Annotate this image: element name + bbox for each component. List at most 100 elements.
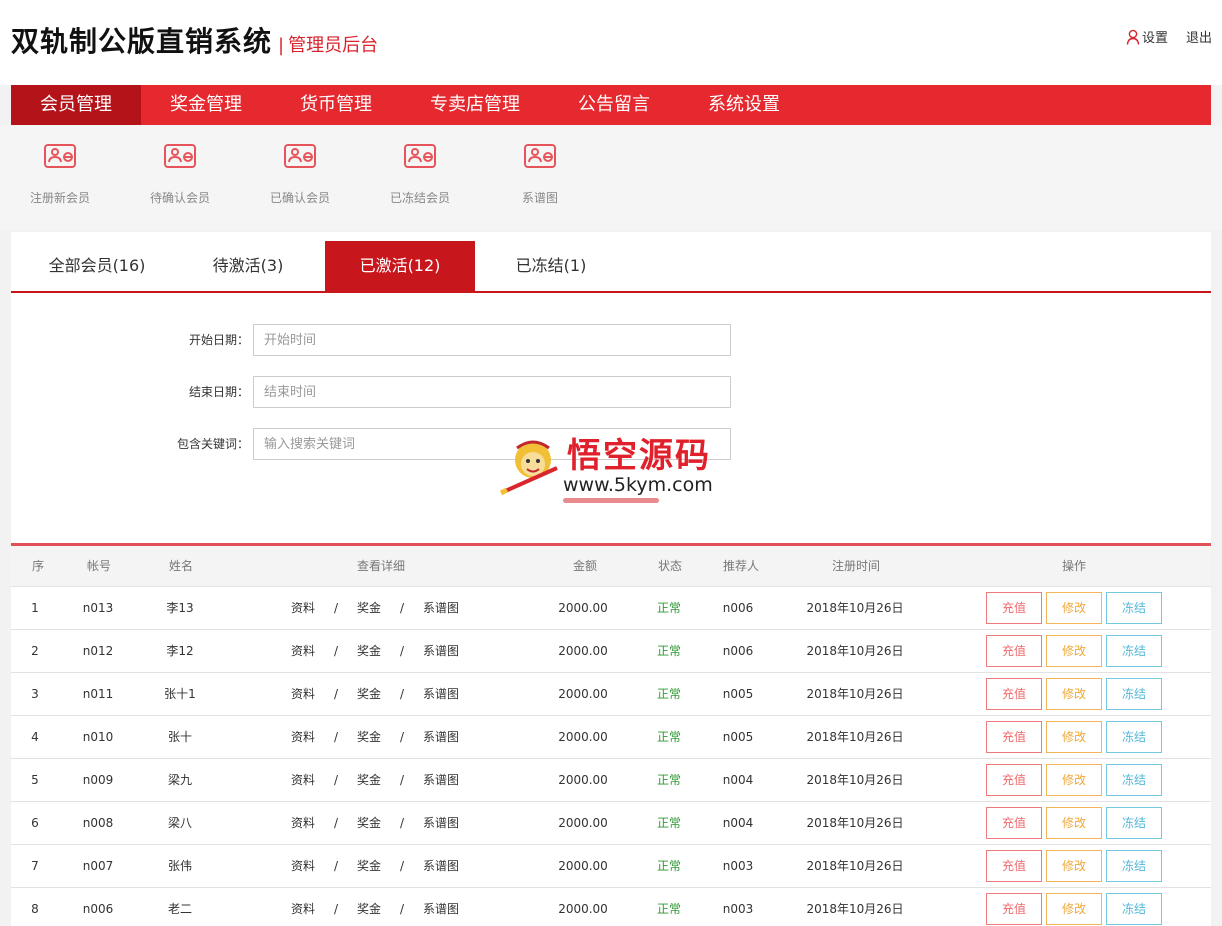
- link-separator: /: [333, 816, 339, 830]
- brand: 双轨制公版直销系统 | 管理员后台: [11, 20, 378, 60]
- genealogy-link[interactable]: 系谱图: [423, 859, 459, 873]
- nav-store-management[interactable]: 专卖店管理: [401, 85, 549, 125]
- cell-account: n013: [82, 601, 114, 615]
- freeze-button[interactable]: 冻结: [1106, 635, 1162, 667]
- tab-all-members[interactable]: 全部会员(16): [25, 241, 169, 291]
- cell-name: 李12: [166, 644, 194, 658]
- bonus-link[interactable]: 奖金: [357, 687, 381, 701]
- keyword-label: 包含关键词：: [176, 437, 249, 451]
- charge-button[interactable]: 充值: [986, 850, 1042, 882]
- bonus-link[interactable]: 奖金: [357, 859, 381, 873]
- sub-nav: 注册新会员 待确认会员 已确认会员 已冻结会员 系谱图: [0, 125, 1222, 230]
- link-separator: /: [400, 902, 405, 916]
- genealogy-link[interactable]: 系谱图: [423, 816, 459, 830]
- info-link[interactable]: 资料: [291, 816, 315, 830]
- charge-button[interactable]: 充值: [986, 807, 1042, 839]
- charge-button[interactable]: 充值: [986, 764, 1042, 796]
- member-card-icon: [404, 144, 436, 168]
- genealogy-link[interactable]: 系谱图: [423, 902, 459, 916]
- start-date-input[interactable]: [253, 324, 731, 356]
- end-date-row: 结束日期：: [11, 376, 731, 408]
- freeze-button[interactable]: 冻结: [1106, 678, 1162, 710]
- genealogy-link[interactable]: 系谱图: [423, 730, 459, 744]
- freeze-button[interactable]: 冻结: [1106, 893, 1162, 925]
- bonus-link[interactable]: 奖金: [357, 816, 381, 830]
- freeze-button[interactable]: 冻结: [1106, 721, 1162, 753]
- freeze-button[interactable]: 冻结: [1106, 592, 1162, 624]
- edit-button[interactable]: 修改: [1046, 592, 1102, 624]
- settings-link[interactable]: 设置: [1126, 27, 1168, 46]
- cell-status: 正常: [656, 601, 681, 615]
- link-separator: /: [400, 730, 405, 744]
- table-row: 8 n006 老二 资料 / 奖金 / 系谱图 2000.00 正常 n003 2018…: [11, 888, 1211, 926]
- cell-amount: 2000.00: [558, 902, 608, 916]
- link-separator: /: [333, 730, 339, 744]
- app-subtitle: 管理员后台: [288, 35, 379, 56]
- tab-pending-activation[interactable]: 待激活(3): [191, 241, 305, 291]
- bonus-link[interactable]: 奖金: [357, 902, 381, 916]
- charge-button[interactable]: 充值: [986, 893, 1042, 925]
- genealogy-link[interactable]: 系谱图: [423, 601, 459, 615]
- charge-button[interactable]: 充值: [986, 635, 1042, 667]
- cell-account: n007: [82, 859, 114, 873]
- cell-name: 张十: [167, 730, 192, 744]
- bonus-link[interactable]: 奖金: [357, 730, 381, 744]
- edit-button[interactable]: 修改: [1046, 764, 1102, 796]
- info-link[interactable]: 资料: [291, 644, 315, 658]
- nav-currency-management[interactable]: 货币管理: [271, 85, 401, 125]
- cell-status: 正常: [656, 773, 681, 787]
- cell-detail-links: 资料 / 奖金 / 系谱图: [291, 845, 459, 887]
- subnav-frozen-members[interactable]: 已冻结会员: [360, 141, 480, 206]
- cell-seq: 4: [31, 730, 39, 744]
- cell-name: 梁九: [167, 773, 192, 787]
- subnav-confirmed-members[interactable]: 已确认会员: [240, 141, 360, 206]
- main-nav: 会员管理 奖金管理 货币管理 专卖店管理 公告留言 系统设置: [11, 85, 1211, 125]
- bonus-link[interactable]: 奖金: [357, 644, 381, 658]
- table-row: 7 n007 张伟 资料 / 奖金 / 系谱图 2000.00 正常 n003 2018…: [11, 845, 1211, 888]
- subnav-register-member[interactable]: 注册新会员: [0, 141, 120, 206]
- edit-button[interactable]: 修改: [1046, 807, 1102, 839]
- subnav-genealogy[interactable]: 系谱图: [480, 141, 600, 206]
- watermark-url: www.5kym.com: [563, 474, 713, 496]
- cell-referrer: n004: [722, 816, 754, 830]
- edit-button[interactable]: 修改: [1046, 850, 1102, 882]
- genealogy-link[interactable]: 系谱图: [423, 687, 459, 701]
- edit-button[interactable]: 修改: [1046, 635, 1102, 667]
- info-link[interactable]: 资料: [291, 773, 315, 787]
- cell-status: 正常: [656, 644, 681, 658]
- edit-button[interactable]: 修改: [1046, 678, 1102, 710]
- info-link[interactable]: 资料: [291, 730, 315, 744]
- charge-button[interactable]: 充值: [986, 592, 1042, 624]
- genealogy-link[interactable]: 系谱图: [423, 644, 459, 658]
- logout-link[interactable]: 退出: [1186, 27, 1212, 46]
- info-link[interactable]: 资料: [291, 687, 315, 701]
- end-date-input[interactable]: [253, 376, 731, 408]
- link-separator: /: [400, 816, 405, 830]
- cell-reg-time: 2018年10月26日: [806, 687, 904, 701]
- cell-name: 李13: [166, 601, 194, 615]
- table-row: 5 n009 梁九 资料 / 奖金 / 系谱图 2000.00 正常 n004 2018…: [11, 759, 1211, 802]
- cell-referrer: n006: [722, 601, 754, 615]
- freeze-button[interactable]: 冻结: [1106, 850, 1162, 882]
- subnav-label: 待确认会员: [149, 191, 210, 205]
- nav-bonus-management[interactable]: 奖金管理: [141, 85, 271, 125]
- tab-frozen[interactable]: 已冻结(1): [495, 241, 607, 291]
- info-link[interactable]: 资料: [291, 902, 315, 916]
- edit-button[interactable]: 修改: [1046, 721, 1102, 753]
- info-link[interactable]: 资料: [291, 601, 315, 615]
- genealogy-link[interactable]: 系谱图: [423, 773, 459, 787]
- tab-activated[interactable]: 已激活(12): [325, 241, 475, 291]
- charge-button[interactable]: 充值: [986, 721, 1042, 753]
- bonus-link[interactable]: 奖金: [357, 773, 381, 787]
- nav-announcements[interactable]: 公告留言: [549, 85, 679, 125]
- nav-system-settings[interactable]: 系统设置: [679, 85, 809, 125]
- cell-account: n011: [82, 687, 114, 701]
- info-link[interactable]: 资料: [291, 859, 315, 873]
- nav-member-management[interactable]: 会员管理: [11, 85, 141, 125]
- edit-button[interactable]: 修改: [1046, 893, 1102, 925]
- subnav-pending-members[interactable]: 待确认会员: [120, 141, 240, 206]
- freeze-button[interactable]: 冻结: [1106, 807, 1162, 839]
- charge-button[interactable]: 充值: [986, 678, 1042, 710]
- freeze-button[interactable]: 冻结: [1106, 764, 1162, 796]
- bonus-link[interactable]: 奖金: [357, 601, 381, 615]
